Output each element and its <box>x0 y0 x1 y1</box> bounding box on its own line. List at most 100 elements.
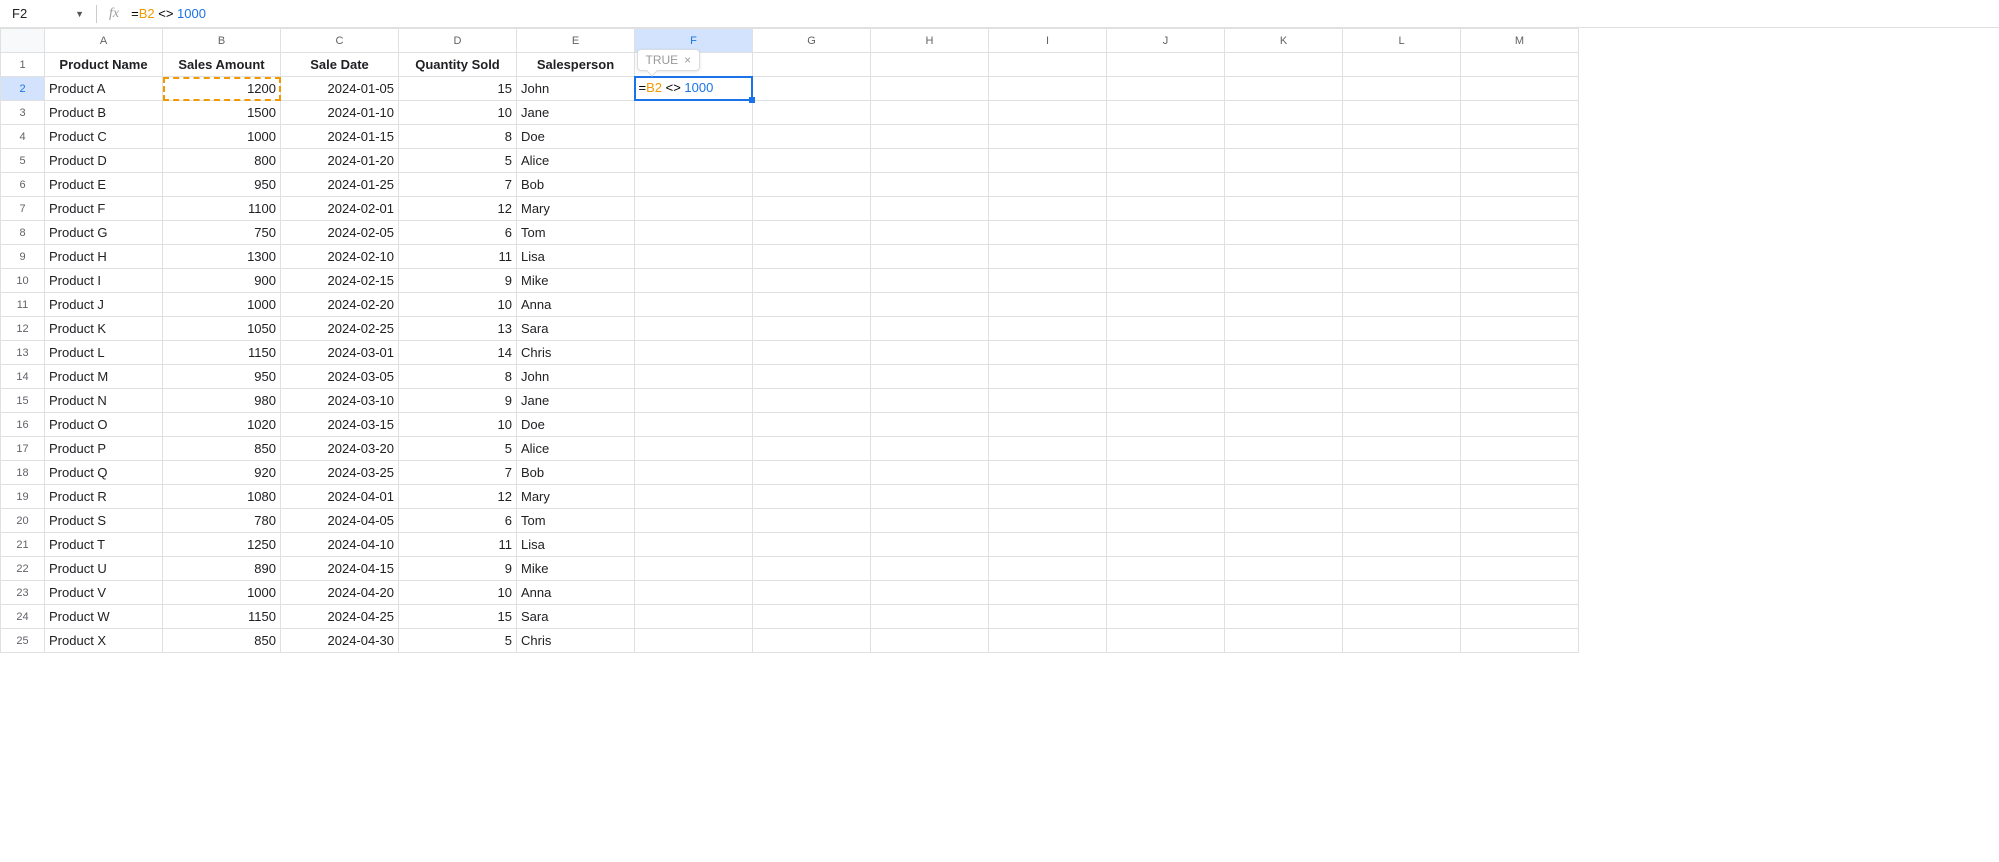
cell-M14[interactable] <box>1461 365 1579 389</box>
cell-D6[interactable]: 7 <box>399 173 517 197</box>
cell-J23[interactable] <box>1107 581 1225 605</box>
cell-I15[interactable] <box>989 389 1107 413</box>
column-header-H[interactable]: H <box>871 29 989 53</box>
cell-I19[interactable] <box>989 485 1107 509</box>
row-header-8[interactable]: 8 <box>1 221 45 245</box>
cell-A2[interactable]: Product A <box>45 77 163 101</box>
cell-F6[interactable] <box>635 173 753 197</box>
cell-B16[interactable]: 1020 <box>163 413 281 437</box>
cell-E23[interactable]: Anna <box>517 581 635 605</box>
cell-F10[interactable] <box>635 269 753 293</box>
cell-C6[interactable]: 2024-01-25 <box>281 173 399 197</box>
cell-F19[interactable] <box>635 485 753 509</box>
cell-B20[interactable]: 780 <box>163 509 281 533</box>
cell-I1[interactable] <box>989 53 1107 77</box>
cell-F15[interactable] <box>635 389 753 413</box>
cell-A15[interactable]: Product N <box>45 389 163 413</box>
cell-I6[interactable] <box>989 173 1107 197</box>
column-header-C[interactable]: C <box>281 29 399 53</box>
cell-E25[interactable]: Chris <box>517 629 635 653</box>
cell-A12[interactable]: Product K <box>45 317 163 341</box>
cell-G6[interactable] <box>753 173 871 197</box>
cell-I10[interactable] <box>989 269 1107 293</box>
cell-M19[interactable] <box>1461 485 1579 509</box>
cell-J1[interactable] <box>1107 53 1225 77</box>
cell-A21[interactable]: Product T <box>45 533 163 557</box>
cell-B12[interactable]: 1050 <box>163 317 281 341</box>
cell-F23[interactable] <box>635 581 753 605</box>
cell-A17[interactable]: Product P <box>45 437 163 461</box>
cell-I24[interactable] <box>989 605 1107 629</box>
cell-B6[interactable]: 950 <box>163 173 281 197</box>
cell-C12[interactable]: 2024-02-25 <box>281 317 399 341</box>
cell-F11[interactable] <box>635 293 753 317</box>
cell-F16[interactable] <box>635 413 753 437</box>
cell-M4[interactable] <box>1461 125 1579 149</box>
column-header-M[interactable]: M <box>1461 29 1579 53</box>
cell-D25[interactable]: 5 <box>399 629 517 653</box>
cell-D19[interactable]: 12 <box>399 485 517 509</box>
cell-D14[interactable]: 8 <box>399 365 517 389</box>
cell-K7[interactable] <box>1225 197 1343 221</box>
cell-E16[interactable]: Doe <box>517 413 635 437</box>
cell-K10[interactable] <box>1225 269 1343 293</box>
cell-H22[interactable] <box>871 557 989 581</box>
cell-D20[interactable]: 6 <box>399 509 517 533</box>
cell-L15[interactable] <box>1343 389 1461 413</box>
cell-I18[interactable] <box>989 461 1107 485</box>
row-header-11[interactable]: 11 <box>1 293 45 317</box>
cell-G5[interactable] <box>753 149 871 173</box>
cell-H10[interactable] <box>871 269 989 293</box>
cell-L12[interactable] <box>1343 317 1461 341</box>
cell-L22[interactable] <box>1343 557 1461 581</box>
cell-M2[interactable] <box>1461 77 1579 101</box>
cell-B8[interactable]: 750 <box>163 221 281 245</box>
cell-L13[interactable] <box>1343 341 1461 365</box>
row-header-22[interactable]: 22 <box>1 557 45 581</box>
cell-G23[interactable] <box>753 581 871 605</box>
cell-A16[interactable]: Product O <box>45 413 163 437</box>
cell-L9[interactable] <box>1343 245 1461 269</box>
cell-K2[interactable] <box>1225 77 1343 101</box>
cell-B1[interactable]: Sales Amount <box>163 53 281 77</box>
cell-B18[interactable]: 920 <box>163 461 281 485</box>
cell-B14[interactable]: 950 <box>163 365 281 389</box>
cell-M12[interactable] <box>1461 317 1579 341</box>
cell-H5[interactable] <box>871 149 989 173</box>
cell-C21[interactable]: 2024-04-10 <box>281 533 399 557</box>
cell-I4[interactable] <box>989 125 1107 149</box>
cell-B10[interactable]: 900 <box>163 269 281 293</box>
spreadsheet-grid[interactable]: ABCDEFGHIJKLM1Product NameSales AmountSa… <box>0 28 1999 653</box>
cell-G17[interactable] <box>753 437 871 461</box>
cell-H6[interactable] <box>871 173 989 197</box>
cell-M8[interactable] <box>1461 221 1579 245</box>
cell-M9[interactable] <box>1461 245 1579 269</box>
cell-H23[interactable] <box>871 581 989 605</box>
cell-F4[interactable] <box>635 125 753 149</box>
column-header-B[interactable]: B <box>163 29 281 53</box>
cell-C1[interactable]: Sale Date <box>281 53 399 77</box>
cell-C3[interactable]: 2024-01-10 <box>281 101 399 125</box>
cell-J13[interactable] <box>1107 341 1225 365</box>
cell-J3[interactable] <box>1107 101 1225 125</box>
column-header-K[interactable]: K <box>1225 29 1343 53</box>
cell-E13[interactable]: Chris <box>517 341 635 365</box>
cell-E1[interactable]: Salesperson <box>517 53 635 77</box>
cell-I8[interactable] <box>989 221 1107 245</box>
cell-K13[interactable] <box>1225 341 1343 365</box>
cell-F20[interactable] <box>635 509 753 533</box>
cell-M1[interactable] <box>1461 53 1579 77</box>
cell-M16[interactable] <box>1461 413 1579 437</box>
cell-F7[interactable] <box>635 197 753 221</box>
cell-B4[interactable]: 1000 <box>163 125 281 149</box>
cell-B23[interactable]: 1000 <box>163 581 281 605</box>
cell-K5[interactable] <box>1225 149 1343 173</box>
row-header-16[interactable]: 16 <box>1 413 45 437</box>
cell-K17[interactable] <box>1225 437 1343 461</box>
cell-J11[interactable] <box>1107 293 1225 317</box>
cell-D21[interactable]: 11 <box>399 533 517 557</box>
cell-F18[interactable] <box>635 461 753 485</box>
cell-M23[interactable] <box>1461 581 1579 605</box>
cell-M15[interactable] <box>1461 389 1579 413</box>
cell-J16[interactable] <box>1107 413 1225 437</box>
